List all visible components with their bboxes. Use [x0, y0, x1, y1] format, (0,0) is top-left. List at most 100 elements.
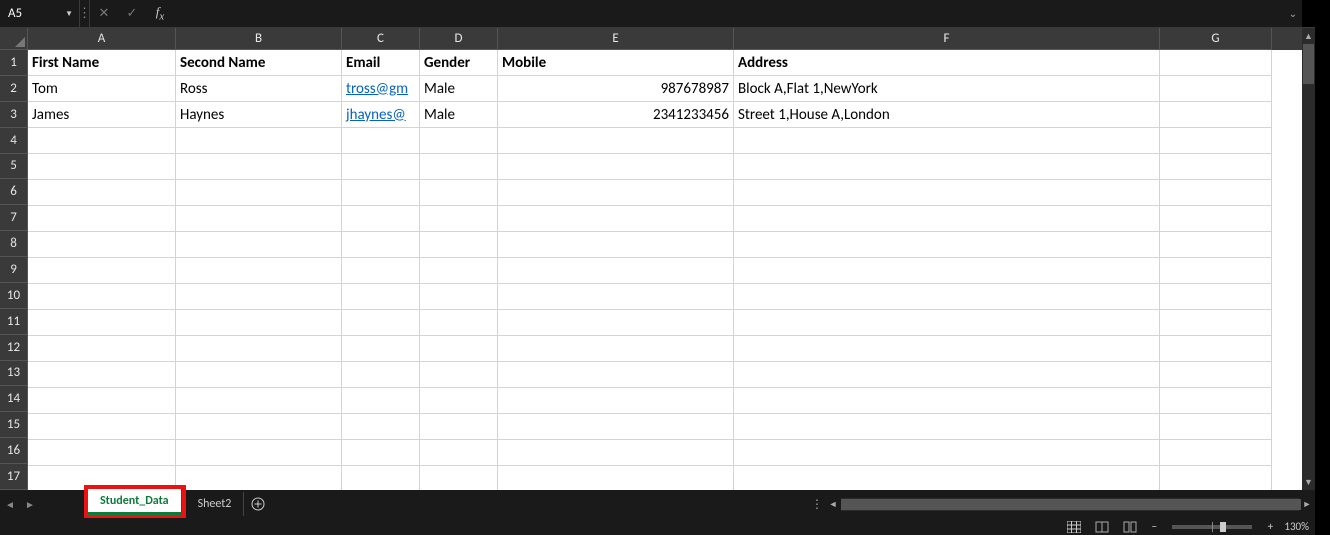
- cell[interactable]: Gender: [420, 50, 498, 76]
- cell[interactable]: [1160, 336, 1272, 362]
- cell[interactable]: [734, 388, 1160, 414]
- row-header[interactable]: 3: [0, 102, 28, 128]
- cell[interactable]: tross@gm: [342, 76, 420, 102]
- cell[interactable]: [420, 466, 498, 490]
- view-page-break-icon[interactable]: [1120, 520, 1140, 534]
- cell[interactable]: [420, 440, 498, 466]
- add-sheet-button[interactable]: [244, 497, 272, 511]
- zoom-out-button[interactable]: −: [1148, 520, 1160, 533]
- row-header[interactable]: 11: [0, 309, 28, 335]
- col-header-E[interactable]: E: [498, 28, 734, 50]
- cell[interactable]: [28, 440, 176, 466]
- cell[interactable]: [176, 336, 342, 362]
- cell[interactable]: [420, 258, 498, 284]
- cell[interactable]: [342, 440, 420, 466]
- cell[interactable]: [1160, 50, 1272, 76]
- formula-input[interactable]: [174, 0, 1284, 27]
- row-header[interactable]: 6: [0, 179, 28, 205]
- cell[interactable]: [1160, 206, 1272, 232]
- cell[interactable]: [420, 128, 498, 154]
- cell[interactable]: [28, 388, 176, 414]
- sheet-tab-active[interactable]: Student_Data: [88, 489, 182, 515]
- tab-next-icon[interactable]: ►: [20, 490, 40, 518]
- row-header[interactable]: 5: [0, 154, 28, 180]
- scroll-up-icon[interactable]: ▲: [1302, 28, 1315, 44]
- cell[interactable]: [734, 362, 1160, 388]
- expand-formula-icon[interactable]: ⌄: [1284, 7, 1302, 20]
- cell[interactable]: James: [28, 102, 176, 128]
- col-header-D[interactable]: D: [420, 28, 498, 50]
- cell[interactable]: [176, 310, 342, 336]
- cell[interactable]: [176, 440, 342, 466]
- col-header-A[interactable]: A: [28, 28, 176, 50]
- cell[interactable]: [28, 310, 176, 336]
- cell[interactable]: [1160, 258, 1272, 284]
- cell[interactable]: [420, 362, 498, 388]
- view-normal-icon[interactable]: [1064, 520, 1084, 534]
- cell[interactable]: [498, 206, 734, 232]
- cell[interactable]: [734, 232, 1160, 258]
- row-header[interactable]: 13: [0, 361, 28, 387]
- cell[interactable]: [342, 258, 420, 284]
- cell[interactable]: [176, 180, 342, 206]
- cell[interactable]: [734, 128, 1160, 154]
- cell[interactable]: [28, 414, 176, 440]
- cell[interactable]: [342, 414, 420, 440]
- cell[interactable]: [176, 206, 342, 232]
- cell[interactable]: [420, 232, 498, 258]
- cell[interactable]: [1160, 154, 1272, 180]
- sheet-tab-other[interactable]: Sheet2: [186, 492, 245, 516]
- cell[interactable]: [420, 414, 498, 440]
- cell[interactable]: [176, 362, 342, 388]
- cell[interactable]: [176, 388, 342, 414]
- cell[interactable]: 2341233456: [498, 102, 734, 128]
- row-header[interactable]: 1: [0, 50, 28, 76]
- cell[interactable]: [498, 154, 734, 180]
- cell[interactable]: 987678987: [498, 76, 734, 102]
- cell[interactable]: [342, 154, 420, 180]
- cell[interactable]: [734, 440, 1160, 466]
- cancel-icon[interactable]: ✕: [90, 0, 118, 27]
- cell[interactable]: [28, 258, 176, 284]
- hscroll-thumb[interactable]: [841, 499, 1301, 510]
- cell[interactable]: [734, 284, 1160, 310]
- zoom-slider[interactable]: [1172, 525, 1252, 529]
- cell[interactable]: [498, 258, 734, 284]
- cell[interactable]: Address: [734, 50, 1160, 76]
- cell[interactable]: [28, 284, 176, 310]
- cell[interactable]: Ross: [176, 76, 342, 102]
- fx-icon[interactable]: fx: [146, 0, 174, 27]
- cell[interactable]: Email: [342, 50, 420, 76]
- name-box[interactable]: A5 ▼: [0, 0, 80, 27]
- cell[interactable]: Male: [420, 76, 498, 102]
- cell[interactable]: [28, 154, 176, 180]
- cell[interactable]: [734, 154, 1160, 180]
- row-header[interactable]: 2: [0, 76, 28, 102]
- cell[interactable]: [734, 180, 1160, 206]
- vscroll-thumb[interactable]: [1303, 44, 1314, 84]
- row-header[interactable]: 10: [0, 283, 28, 309]
- cell[interactable]: [176, 128, 342, 154]
- cell[interactable]: [342, 310, 420, 336]
- cell[interactable]: [1160, 388, 1272, 414]
- cell[interactable]: [498, 362, 734, 388]
- row-header[interactable]: 16: [0, 438, 28, 464]
- cell[interactable]: [1160, 310, 1272, 336]
- cell[interactable]: [734, 414, 1160, 440]
- cell[interactable]: [28, 180, 176, 206]
- cell[interactable]: [498, 336, 734, 362]
- horizontal-scrollbar[interactable]: ◄ ►: [825, 490, 1315, 518]
- cell[interactable]: [1160, 414, 1272, 440]
- cell[interactable]: Mobile: [498, 50, 734, 76]
- cell[interactable]: [28, 128, 176, 154]
- cell[interactable]: [420, 154, 498, 180]
- scroll-right-icon[interactable]: ►: [1299, 499, 1315, 510]
- scroll-down-icon[interactable]: ▼: [1302, 474, 1315, 490]
- row-header[interactable]: 17: [0, 464, 28, 490]
- cells-area[interactable]: First NameSecond NameEmailGenderMobileAd…: [28, 50, 1302, 490]
- cell[interactable]: [28, 336, 176, 362]
- tab-prev-icon[interactable]: ◄: [0, 490, 20, 518]
- vertical-scrollbar[interactable]: ▲ ▼: [1302, 28, 1315, 490]
- select-all-corner[interactable]: [0, 28, 28, 50]
- cell[interactable]: [28, 206, 176, 232]
